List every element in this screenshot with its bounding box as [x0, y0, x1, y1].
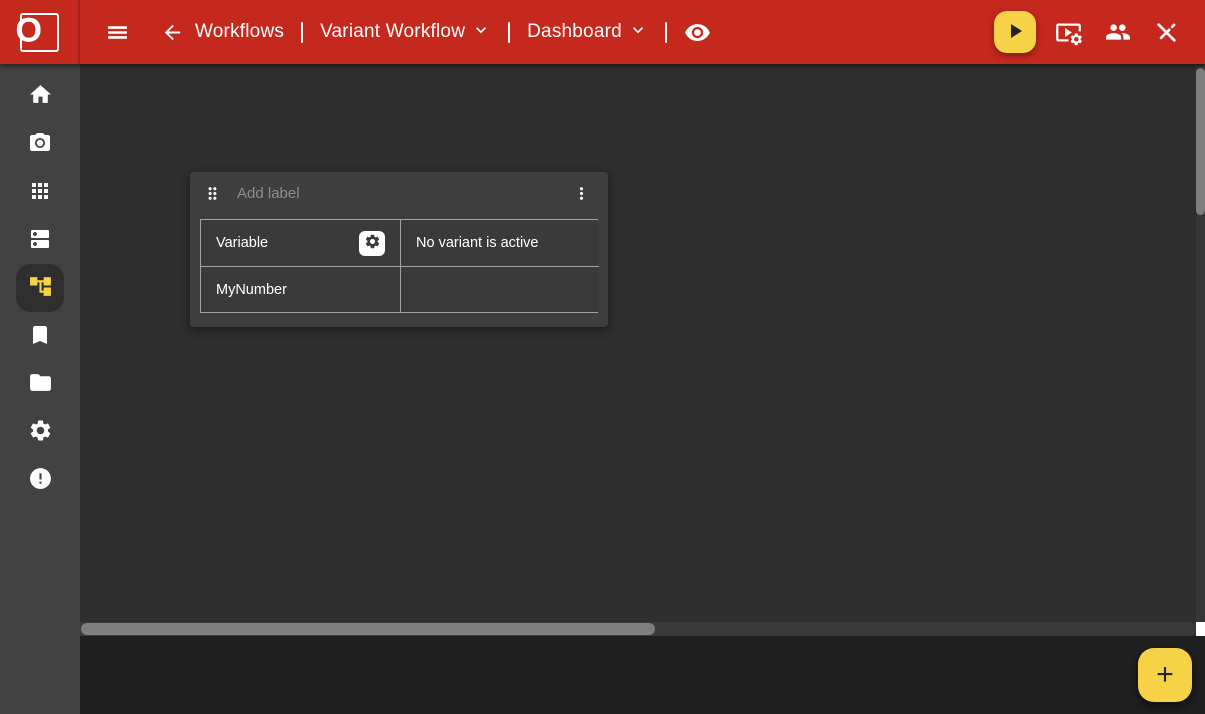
- people-icon: [1105, 19, 1131, 45]
- sidebar-item-alerts[interactable]: [16, 456, 64, 504]
- sidebar-item-files[interactable]: [16, 360, 64, 408]
- plus-icon: +: [1156, 660, 1174, 690]
- add-widget-button[interactable]: +: [1138, 648, 1192, 702]
- play-icon: [1003, 19, 1027, 46]
- kebab-menu-icon: [572, 184, 591, 203]
- divider: [665, 22, 667, 43]
- view-selector-label: Dashboard: [527, 21, 622, 43]
- menu-button[interactable]: [101, 16, 134, 49]
- vertical-scrollbar[interactable]: [1196, 66, 1205, 622]
- hamburger-icon: [105, 20, 130, 45]
- drag-handle-icon[interactable]: [203, 184, 222, 203]
- variable-table-header-cell: Variable: [201, 220, 400, 266]
- dashboard-canvas[interactable]: Variable No variant is active MyNumber: [80, 64, 1205, 622]
- logo-letter: O: [16, 14, 42, 48]
- users-button[interactable]: [1101, 15, 1135, 49]
- horizontal-scrollbar-thumb[interactable]: [81, 623, 655, 635]
- widget-menu-button[interactable]: [568, 180, 595, 207]
- app-logo: O: [0, 0, 80, 64]
- variable-name-cell[interactable]: MyNumber: [201, 266, 400, 312]
- logo-icon: O: [20, 13, 59, 52]
- sidebar-item-camera[interactable]: [16, 120, 64, 168]
- workflow-selector-label: Variant Workflow: [320, 21, 465, 43]
- edit-off-button[interactable]: [1150, 16, 1183, 49]
- run-settings-button[interactable]: [1051, 15, 1086, 50]
- edit-off-icon: [1154, 20, 1179, 45]
- variant-status-text: No variant is active: [416, 235, 539, 251]
- top-bar: O Workflows Variant Workflow Dashboard: [0, 0, 1205, 64]
- variable-name-text: MyNumber: [216, 282, 287, 298]
- camera-icon: [28, 131, 52, 158]
- variable-column-label: Variable: [216, 235, 268, 251]
- preview-button[interactable]: [680, 15, 715, 50]
- bottom-panel: [80, 636, 1205, 714]
- variable-settings-button[interactable]: [359, 231, 385, 256]
- sidebar-item-home[interactable]: [16, 72, 64, 120]
- chevron-down-icon: [628, 20, 648, 45]
- variable-value-cell[interactable]: [400, 266, 599, 312]
- back-arrow-icon: [161, 21, 184, 44]
- variable-widget-card: Variable No variant is active MyNumber: [190, 172, 608, 327]
- error-alert-icon: [28, 466, 53, 494]
- back-button[interactable]: [157, 17, 188, 48]
- divider: [508, 22, 510, 43]
- scrollbar-corner: [1196, 622, 1205, 636]
- workflows-link[interactable]: Workflows: [195, 21, 284, 43]
- dns-list-icon: [28, 227, 52, 254]
- horizontal-scrollbar[interactable]: [80, 622, 1196, 636]
- sidebar: [0, 64, 80, 714]
- visibility-eye-icon: [684, 19, 711, 46]
- apps-grid-icon: [28, 179, 52, 206]
- workflow-tree-icon: [28, 274, 53, 302]
- gear-icon: [28, 418, 53, 446]
- variable-table: Variable No variant is active MyNumber: [200, 219, 598, 313]
- view-selector[interactable]: Dashboard: [527, 20, 648, 45]
- widget-card-header: [190, 172, 608, 214]
- gear-icon: [364, 233, 381, 253]
- sidebar-item-apps[interactable]: [16, 168, 64, 216]
- divider: [301, 22, 303, 43]
- run-workflow-button[interactable]: [994, 11, 1036, 53]
- top-bar-actions: [994, 11, 1205, 53]
- sidebar-item-settings[interactable]: [16, 408, 64, 456]
- sidebar-item-workflows[interactable]: [16, 264, 64, 312]
- app-window: O Workflows Variant Workflow Dashboard: [0, 0, 1205, 714]
- video-settings-icon: [1055, 19, 1082, 46]
- workflow-selector[interactable]: Variant Workflow: [320, 20, 491, 45]
- vertical-scrollbar-thumb[interactable]: [1196, 68, 1205, 215]
- sidebar-item-lists[interactable]: [16, 216, 64, 264]
- bookmark-icon: [28, 323, 52, 350]
- folder-icon: [28, 370, 53, 398]
- chevron-down-icon: [471, 20, 491, 45]
- home-icon: [28, 82, 53, 110]
- widget-label-input[interactable]: [237, 185, 477, 202]
- sidebar-item-bookmarks[interactable]: [16, 312, 64, 360]
- variant-status-cell: No variant is active: [400, 220, 599, 266]
